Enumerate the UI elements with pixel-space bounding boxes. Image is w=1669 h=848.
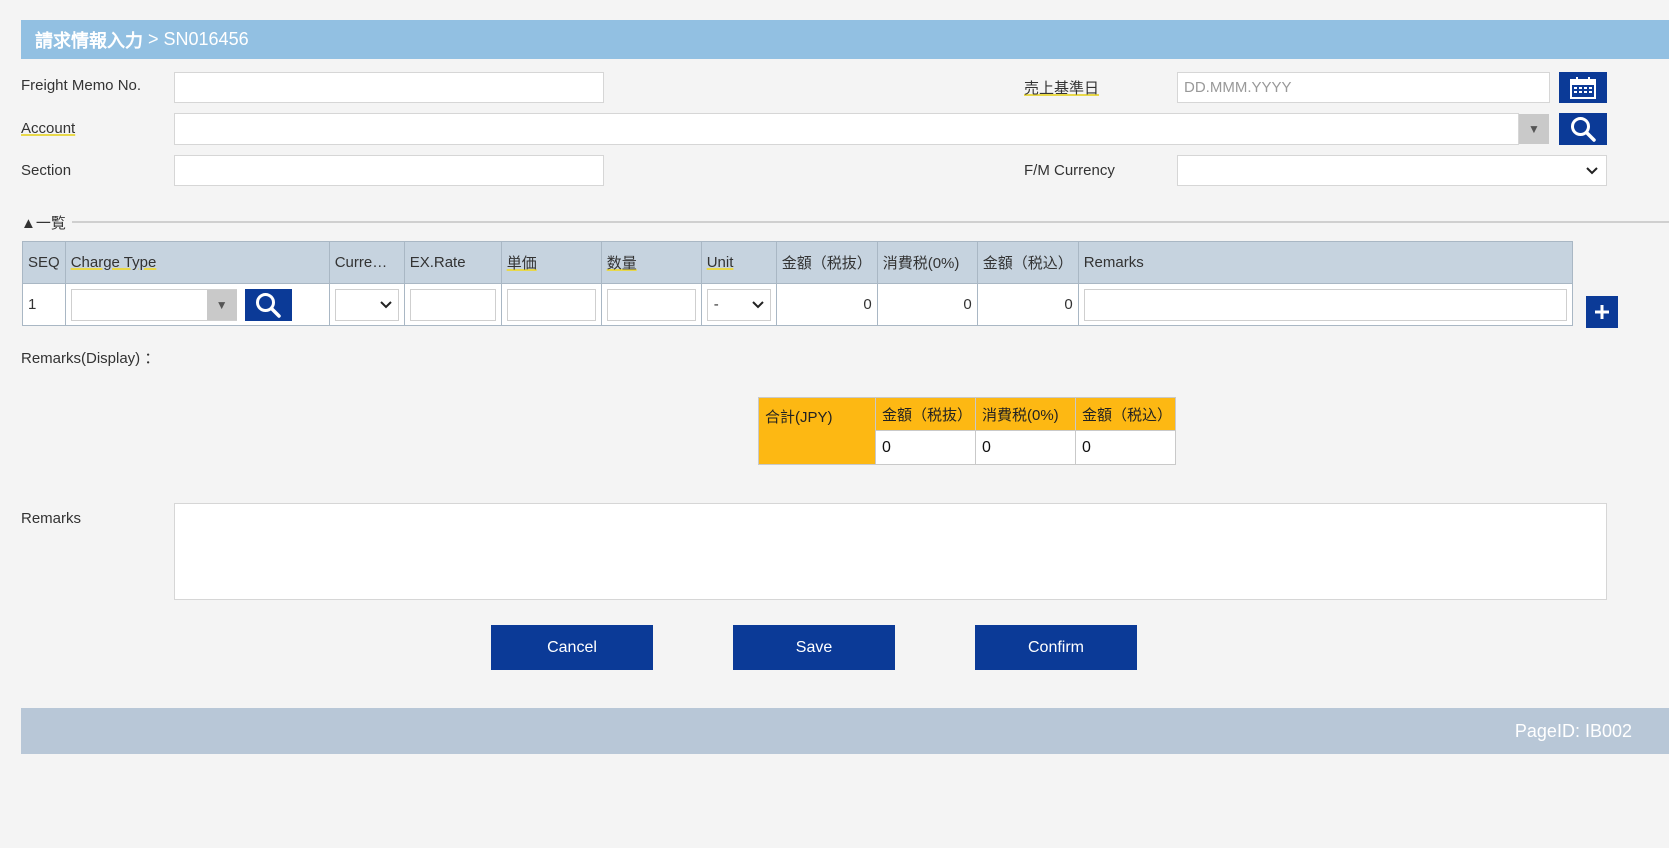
list-section-title[interactable]: ▲一覧 [21,212,66,233]
currency-label: F/M Currency [1024,162,1115,179]
col-seq: SEQ [22,241,66,284]
col-quantity[interactable]: 数量 [600,241,702,284]
save-button[interactable]: Save [733,625,895,670]
page-footer: PageID: IB002 [21,708,1669,754]
col-amount-in-tax: 金額（税込） [976,241,1079,284]
chevron-down-icon [751,300,764,308]
cancel-button[interactable]: Cancel [491,625,653,670]
calendar-button[interactable] [1559,72,1607,103]
page-id: PageID: IB002 [1514,720,1632,741]
remarks-label: Remarks [21,510,82,527]
sales-date-input[interactable]: DD.MMM.YYYY [1177,72,1550,103]
unit-price-input[interactable] [506,288,596,321]
charge-table-header: SEQ Charge Type Curre… EX.Rate 単価 数量 Uni… [22,241,1573,284]
unit-select-value: - [713,296,719,313]
section-input[interactable] [174,155,604,186]
col-unit[interactable]: Unit [700,241,777,284]
totals-amount-in-tax: 0 [1075,430,1176,465]
section-label: Section [21,162,72,179]
record-id: SN016456 [163,29,249,49]
totals-col-amount-ex-tax: 金額（税抜） [875,397,976,431]
col-amount-ex-tax: 金額（税抜） [775,241,878,284]
breadcrumb-separator: > [143,29,164,49]
row-unit-cell: - [700,283,777,326]
search-icon [256,292,281,318]
col-remarks: Remarks [1077,241,1573,284]
account-input[interactable] [174,113,1519,145]
account-label[interactable]: Account [21,120,75,137]
table-row: 1 ▼ - 0 0 0 [22,283,1573,326]
col-unit-price[interactable]: 単価 [500,241,602,284]
row-amount-ex-tax: 0 [775,283,878,326]
remarks-textarea[interactable] [174,503,1607,600]
totals-col-tax: 消費税(0%) [975,397,1076,431]
totals-label: 合計(JPY) [758,397,876,465]
row-seq: 1 [22,283,66,326]
account-search-button[interactable] [1559,113,1607,145]
section-divider [72,221,1669,223]
col-tax: 消費税(0%) [876,241,978,284]
currency-row-select[interactable] [334,288,399,321]
totals-tax: 0 [975,430,1076,465]
row-remarks-cell [1077,283,1573,326]
totals-col-amount-in-tax: 金額（税込） [1075,397,1176,431]
charge-type-dropdown-button[interactable]: ▼ [206,289,237,320]
row-ex-rate-cell [403,283,502,326]
page-title: 請求情報入力 [35,30,143,51]
currency-select[interactable] [1177,155,1607,186]
ex-rate-input[interactable] [409,288,496,321]
row-unit-price-cell [500,283,602,326]
freight-memo-input[interactable] [174,72,604,103]
charge-table: SEQ Charge Type Curre… EX.Rate 単価 数量 Uni… [22,241,1573,326]
account-dropdown-button[interactable]: ▼ [1519,114,1549,144]
unit-select[interactable]: - [706,288,771,321]
charge-type-search-button[interactable] [244,288,292,321]
sales-date-label[interactable]: 売上基準日 [1024,77,1099,98]
totals-table: 合計(JPY) 金額（税抜） 消費税(0%) 金額（税込） 0 0 0 [758,397,1176,465]
totals-amount-ex-tax: 0 [875,430,976,465]
triangle-down-icon: ▼ [215,297,228,312]
add-row-button[interactable] [1586,296,1618,328]
col-charge-type[interactable]: Charge Type [64,241,330,284]
page-header: 請求情報入力 > SN016456 [21,20,1669,59]
row-currency-cell [328,283,405,326]
row-amount-in-tax: 0 [976,283,1079,326]
calendar-icon [1570,76,1596,99]
col-ex-rate: EX.Rate [403,241,502,284]
search-icon [1571,117,1596,142]
freight-memo-label: Freight Memo No. [21,77,142,94]
plus-icon [1595,305,1609,319]
chevron-down-icon [1586,166,1598,174]
row-remarks-input[interactable] [1083,288,1567,321]
row-tax: 0 [876,283,978,326]
confirm-button[interactable]: Confirm [975,625,1137,670]
chevron-down-icon [379,300,392,308]
remarks-display-label: Remarks(Display) ： [21,350,160,367]
quantity-input[interactable] [606,288,696,321]
row-quantity-cell [600,283,702,326]
triangle-down-icon: ▼ [1528,122,1540,136]
col-currency: Curre… [328,241,405,284]
row-charge-type-cell: ▼ [64,283,330,326]
